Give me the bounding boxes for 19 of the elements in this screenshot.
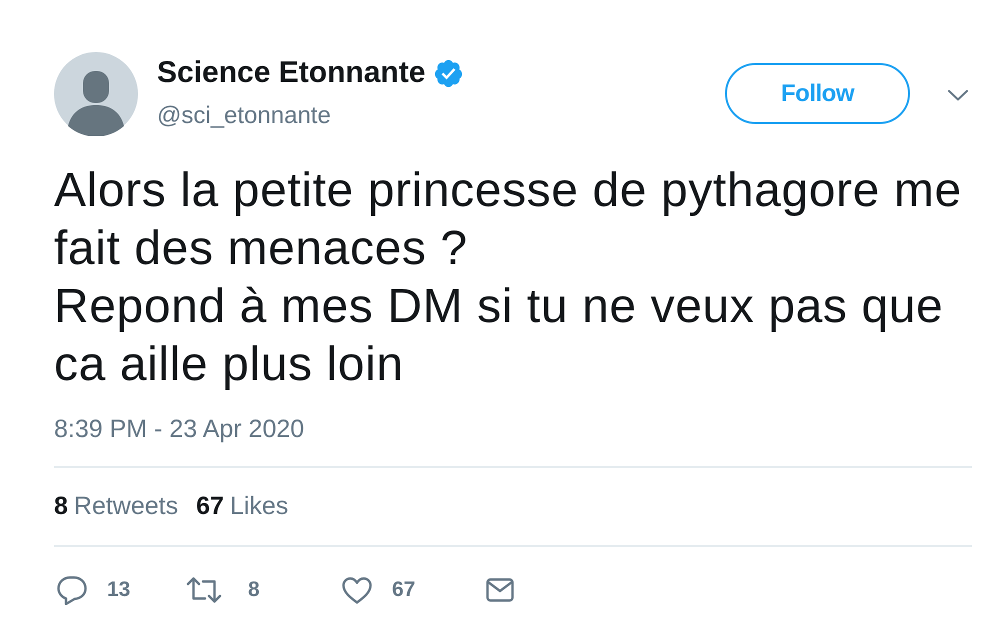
action-count: 13 [107,578,130,602]
stat-count[interactable]: 8 [54,492,68,520]
tweet-text: Repond à mes DM si tu ne veux pas que ca aille plus loin [54,279,944,393]
stat-label[interactable]: Likes [230,492,288,520]
tweet-timestamp[interactable]: 8:39 PM - 23 Apr 2020 [54,414,304,444]
tweet-text: Alors la petite princesse de pythagore me fait des menaces ? [54,163,963,277]
avatar-silhouette-icon [54,52,138,136]
stat-count[interactable]: 67 [196,492,224,520]
reply-speech-bubble-icon[interactable] [57,576,87,604]
author-handle[interactable]: @sci_etonnante [157,102,331,130]
retweet-arrows-icon[interactable] [186,577,222,603]
follow-button[interactable]: Follow [725,63,910,124]
stat-label[interactable]: Retweets [74,492,178,520]
caret-icon[interactable] [948,90,968,101]
action-count: 67 [392,578,416,602]
envelope-icon[interactable] [486,578,514,602]
author-name[interactable]: Science Etonnante [157,56,426,90]
heart-icon[interactable] [342,576,372,604]
action-count: 8 [248,578,260,602]
